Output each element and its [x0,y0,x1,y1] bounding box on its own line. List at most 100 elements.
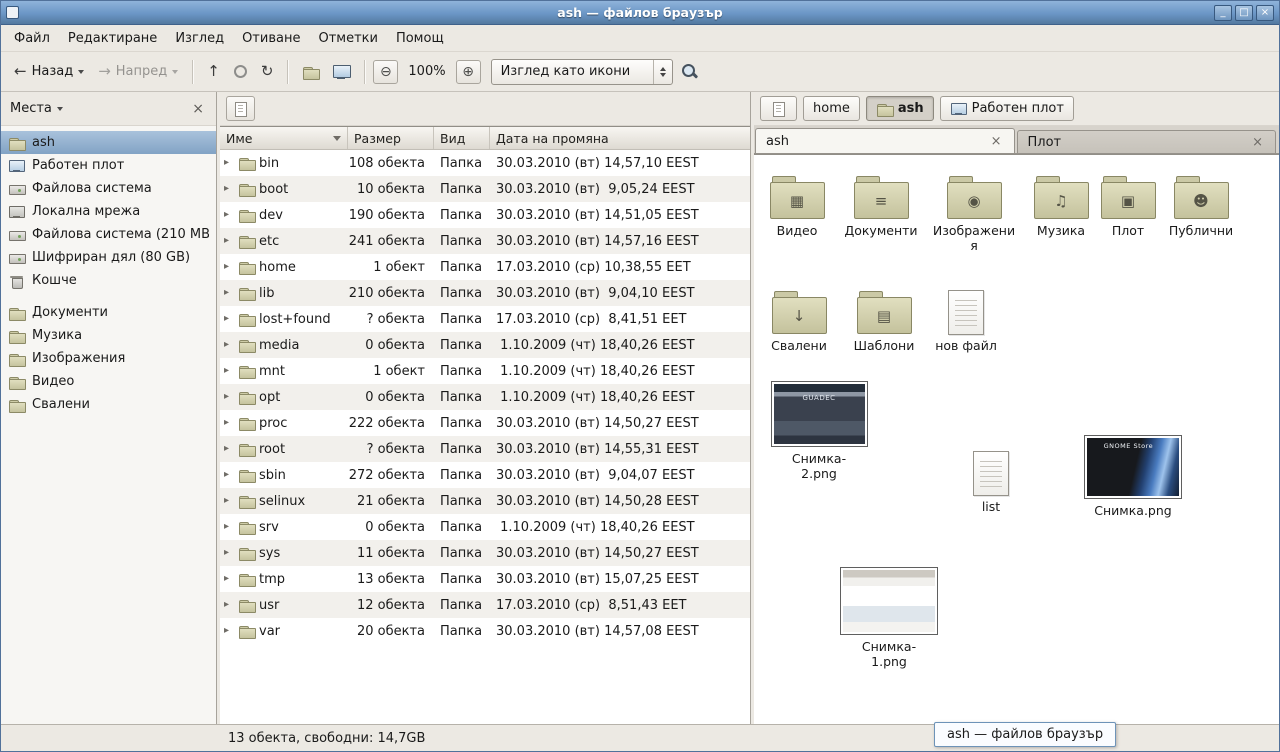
file-row[interactable]: dev 190 обекта Папка 30.03.2010 (вт) 14,… [220,202,750,228]
file-row[interactable]: proc 222 обекта Папка 30.03.2010 (вт) 14… [220,410,750,436]
stop-button[interactable] [228,60,253,83]
file-row[interactable]: sys 11 обекта Папка 30.03.2010 (вт) 14,5… [220,540,750,566]
icon-view-item[interactable]: ↓ Свалени [763,290,835,353]
column-header-name[interactable]: Име [220,127,348,149]
file-row[interactable]: opt 0 обекта Папка 1.10.2009 (чт) 18,40,… [220,384,750,410]
file-row[interactable]: var 20 обекта Папка 30.03.2010 (вт) 14,5… [220,618,750,644]
sidebar-caret-icon[interactable] [57,107,63,111]
menu-item[interactable]: Отметки [309,26,386,51]
sidebar-item[interactable]: Музика [1,324,216,347]
pathbar-button[interactable] [760,96,797,121]
menu-item[interactable]: Редактиране [59,26,166,51]
expander-icon[interactable] [224,444,234,454]
computer-button[interactable] [327,59,356,85]
expander-icon[interactable] [224,236,234,246]
pathbar-button[interactable]: home [803,96,860,121]
up-button[interactable]: ↑ [201,59,226,84]
sidebar-item[interactable]: Локална мрежа [1,200,216,223]
menu-item[interactable]: Файл [5,26,59,51]
column-header-type[interactable]: Вид [434,127,490,149]
expander-icon[interactable] [224,548,234,558]
sidebar-item[interactable]: Кошче [1,269,216,292]
sidebar-item[interactable]: Свалени [1,393,216,416]
file-row[interactable]: lib 210 обекта Папка 30.03.2010 (вт) 9,0… [220,280,750,306]
file-row[interactable]: tmp 13 обекта Папка 30.03.2010 (вт) 15,0… [220,566,750,592]
sidebar-title[interactable]: Места [10,101,52,116]
icon-view-item[interactable]: GUADEC Снимка-2.png [768,381,870,481]
file-row[interactable]: home 1 обект Папка 17.03.2010 (ср) 10,38… [220,254,750,280]
close-button[interactable]: × [1256,5,1274,21]
expander-icon[interactable] [224,262,234,272]
file-row[interactable]: mnt 1 обект Папка 1.10.2009 (чт) 18,40,2… [220,358,750,384]
location-icon-button[interactable] [226,96,255,121]
back-history-caret-icon[interactable] [78,70,84,74]
minimize-button[interactable]: _ [1214,5,1232,21]
icon-view-item[interactable]: ▤ Шаблони [847,290,921,353]
icon-view-item[interactable]: ▣ Плот [1095,175,1161,238]
file-row[interactable]: lost+found ? обекта Папка 17.03.2010 (ср… [220,306,750,332]
expander-icon[interactable] [224,418,234,428]
sidebar-close-button[interactable]: × [189,101,207,117]
zoom-in-button[interactable]: ⊕ [456,60,481,84]
reload-button[interactable]: ↻ [255,59,280,84]
column-header-date[interactable]: Дата на промяна [490,127,750,149]
icon-view-item[interactable]: ☻ Публични [1164,175,1238,238]
combo-arrows-icon[interactable] [653,60,672,84]
expander-icon[interactable] [224,314,234,324]
file-row[interactable]: sbin 272 обекта Папка 30.03.2010 (вт) 9,… [220,462,750,488]
sidebar-item[interactable]: Видео [1,370,216,393]
pathbar-button[interactable]: Работен плот [940,96,1074,121]
icon-view-item[interactable]: ◉ Изображения [932,175,1016,253]
tab-close-button[interactable]: × [989,135,1004,148]
expander-icon[interactable] [224,158,234,168]
expander-icon[interactable] [224,184,234,194]
sidebar-item[interactable]: Изображения [1,347,216,370]
file-row[interactable]: selinux 21 обекта Папка 30.03.2010 (вт) … [220,488,750,514]
file-row[interactable]: media 0 обекта Папка 1.10.2009 (чт) 18,4… [220,332,750,358]
expander-icon[interactable] [224,496,234,506]
expander-icon[interactable] [224,574,234,584]
file-row[interactable]: root ? обекта Папка 30.03.2010 (вт) 14,5… [220,436,750,462]
icon-view-item[interactable]: ♫ Музика [1026,175,1096,238]
sidebar-item[interactable]: ash [1,131,216,154]
menu-item[interactable]: Отиване [233,26,309,51]
pathbar-button[interactable]: ash [866,96,934,121]
zoom-out-button[interactable]: ⊖ [373,60,398,84]
file-row[interactable]: usr 12 обекта Папка 17.03.2010 (ср) 8,51… [220,592,750,618]
expander-icon[interactable] [224,392,234,402]
icon-view-item[interactable]: ▦ Видео [759,175,835,238]
tab[interactable]: ash × [755,128,1015,153]
forward-button[interactable]: → Напред [92,59,184,84]
expander-icon[interactable] [224,340,234,350]
sidebar-item[interactable]: Шифриран дял (80 GB) [1,246,216,269]
expander-icon[interactable] [224,626,234,636]
icon-view-item[interactable]: GNOME Store Снимка.png [1080,435,1186,518]
sidebar-item[interactable]: Файлова система (210 MB) [1,223,216,246]
expander-icon[interactable] [224,470,234,480]
sidebar-item[interactable]: Работен плот [1,154,216,177]
tab[interactable]: Плот × [1017,130,1277,153]
icon-view-item[interactable]: Снимка-1.png [836,567,942,669]
sidebar-item[interactable]: Документи [1,301,216,324]
maximize-button[interactable]: □ [1235,5,1253,21]
view-mode-select[interactable]: Изглед като икони [491,59,673,85]
menu-item[interactable]: Изглед [166,26,233,51]
search-button[interactable] [675,58,704,85]
titlebar[interactable]: ash — файлов браузър _ □ × [1,1,1279,25]
back-button[interactable]: ← Назад [8,59,90,84]
menu-item[interactable]: Помощ [387,26,453,51]
expander-icon[interactable] [224,522,234,532]
sidebar-item[interactable]: Файлова система [1,177,216,200]
icon-view-item[interactable]: нов файл [930,290,1002,353]
icon-view[interactable]: ▦ Видео ≡ Документи ◉ [754,154,1279,724]
icon-view-item[interactable]: ≡ Документи [840,175,922,238]
expander-icon[interactable] [224,600,234,610]
expander-icon[interactable] [224,366,234,376]
file-row[interactable]: boot 10 обекта Папка 30.03.2010 (вт) 9,0… [220,176,750,202]
file-row[interactable]: srv 0 обекта Папка 1.10.2009 (чт) 18,40,… [220,514,750,540]
home-button[interactable] [296,59,325,85]
expander-icon[interactable] [224,210,234,220]
expander-icon[interactable] [224,288,234,298]
file-row[interactable]: bin 108 обекта Папка 30.03.2010 (вт) 14,… [220,150,750,176]
column-header-size[interactable]: Размер [348,127,434,149]
